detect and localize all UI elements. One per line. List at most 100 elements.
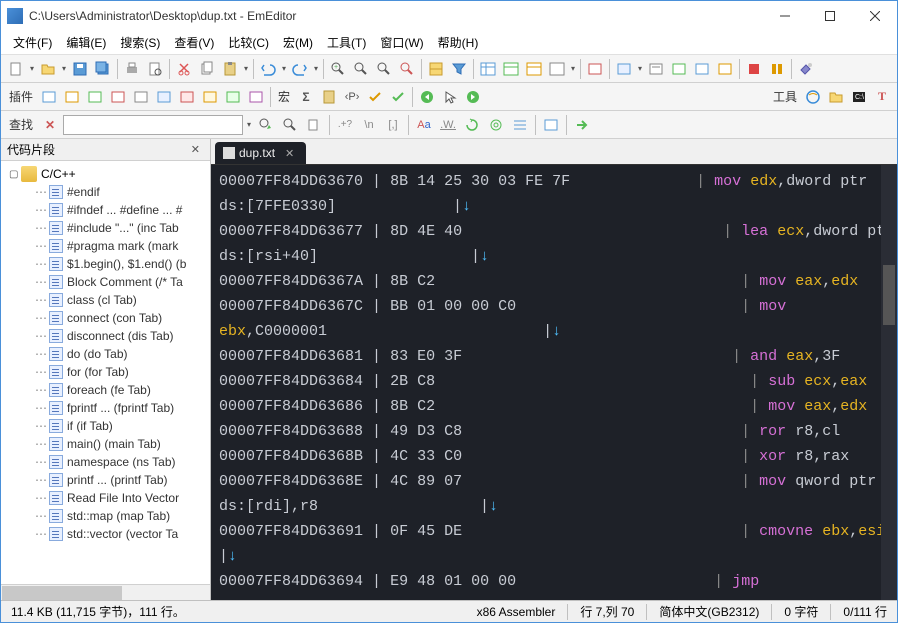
snippet-item[interactable]: ⋯do (do Tab) xyxy=(21,345,210,363)
tree-root[interactable]: ▢ C/C++ xyxy=(1,165,210,183)
font-icon[interactable]: T xyxy=(871,86,893,108)
zoom-out-icon[interactable] xyxy=(350,58,372,80)
copy-icon[interactable] xyxy=(196,58,218,80)
sigma-icon[interactable]: Σ xyxy=(295,86,317,108)
properties-icon[interactable] xyxy=(714,58,736,80)
snippet-item[interactable]: ⋯class (cl Tab) xyxy=(21,291,210,309)
find-regex-icon[interactable]: .+? xyxy=(334,114,356,136)
print-icon[interactable] xyxy=(121,58,143,80)
snippet-item[interactable]: ⋯foreach (fe Tab) xyxy=(21,381,210,399)
minimize-button[interactable] xyxy=(762,1,807,31)
normal-mode-icon[interactable] xyxy=(546,58,568,80)
find-input[interactable] xyxy=(63,115,243,135)
tab-dup[interactable]: dup.txt ✕ xyxy=(215,142,306,164)
plugin-6-icon[interactable] xyxy=(153,86,175,108)
menu-compare[interactable]: 比较(C) xyxy=(222,32,275,53)
undo-icon[interactable] xyxy=(257,58,279,80)
csv-mode-icon[interactable] xyxy=(477,58,499,80)
snippet-item[interactable]: ⋯Read File Into Vector xyxy=(21,489,210,507)
run-macro-icon[interactable] xyxy=(766,58,788,80)
snippet-item[interactable]: ⋯std::vector (vector Ta xyxy=(21,525,210,543)
editor-line[interactable]: 00007FF84DD6367A | 8B C2 | mov eax,edx |… xyxy=(219,269,873,294)
editor-line[interactable]: 00007FF84DD63688 | 49 D3 C8 | ror r8,cl … xyxy=(219,419,873,444)
plugin-3-icon[interactable] xyxy=(84,86,106,108)
tsv-mode-icon[interactable] xyxy=(500,58,522,80)
sidebar-close-icon[interactable]: ✕ xyxy=(187,143,204,156)
find-prev-icon[interactable] xyxy=(255,114,277,136)
macro-paste-icon[interactable] xyxy=(318,86,340,108)
editor-line[interactable]: ds:[rsi+40] |↓ xyxy=(219,244,873,269)
new-drop[interactable]: ▾ xyxy=(28,58,36,80)
open-drop[interactable]: ▾ xyxy=(60,58,68,80)
filter-icon[interactable] xyxy=(448,58,470,80)
open-file-icon[interactable] xyxy=(37,58,59,80)
menu-macro[interactable]: 宏(M) xyxy=(277,32,319,53)
mode-drop[interactable]: ▾ xyxy=(569,58,577,80)
menu-view[interactable]: 查看(V) xyxy=(168,32,220,53)
menu-window[interactable]: 窗口(W) xyxy=(374,32,429,53)
snippet-item[interactable]: ⋯fprintf ... (fprintf Tab) xyxy=(21,399,210,417)
undo-drop[interactable]: ▾ xyxy=(280,58,288,80)
go-forward-icon[interactable] xyxy=(462,86,484,108)
snippet-item[interactable]: ⋯disconnect (dis Tab) xyxy=(21,327,210,345)
save-icon[interactable] xyxy=(69,58,91,80)
plugin-8-icon[interactable] xyxy=(199,86,221,108)
editor-line[interactable]: 00007FF84DD6368B | 4C 33 C0 | xor r8,rax… xyxy=(219,444,873,469)
plugin-2-icon[interactable] xyxy=(61,86,83,108)
paste-icon[interactable] xyxy=(219,58,241,80)
wrap-window-icon[interactable] xyxy=(613,58,635,80)
snippet-item[interactable]: ⋯#include "..." (inc Tab xyxy=(21,219,210,237)
menu-file[interactable]: 文件(F) xyxy=(7,32,58,53)
editor-line[interactable]: 00007FF84DD6368E | 4C 89 07 | mov qword … xyxy=(219,469,873,494)
plugin-10-icon[interactable] xyxy=(245,86,267,108)
cmd-icon[interactable]: C:\ xyxy=(848,86,870,108)
snippet-item[interactable]: ⋯#ifndef ... #define ... # xyxy=(21,201,210,219)
find-escape-icon[interactable]: \n xyxy=(358,114,380,136)
collapse-icon[interactable]: ▢ xyxy=(9,169,21,180)
cut-icon[interactable] xyxy=(173,58,195,80)
find-icon[interactable] xyxy=(373,58,395,80)
find-wrap-icon[interactable] xyxy=(461,114,483,136)
plugin-1-icon[interactable] xyxy=(38,86,60,108)
find-copy-icon[interactable] xyxy=(303,114,325,136)
editor-line[interactable]: |↓ xyxy=(219,544,873,569)
cell-mode-icon[interactable] xyxy=(425,58,447,80)
redo-drop[interactable]: ▾ xyxy=(312,58,320,80)
print-preview-icon[interactable] xyxy=(144,58,166,80)
wrap-drop[interactable]: ▾ xyxy=(636,58,644,80)
replace-icon[interactable] xyxy=(396,58,418,80)
snippet-item[interactable]: ⋯#endif xyxy=(21,183,210,201)
editor-line[interactable]: 00007FF84DD63691 | 0F 45 DE | cmovne ebx… xyxy=(219,519,873,544)
snippet-item[interactable]: ⋯Block Comment (/* Ta xyxy=(21,273,210,291)
new-file-icon[interactable] xyxy=(5,58,27,80)
editor-line[interactable]: 00007FF84DD63694 | E9 48 01 00 00 | jmp xyxy=(219,569,873,594)
zoom-in-icon[interactable]: + xyxy=(327,58,349,80)
menu-search[interactable]: 搜索(S) xyxy=(114,32,166,53)
editor-line[interactable]: ebx,C0000001 |↓ xyxy=(219,319,873,344)
find-word-icon[interactable]: .W. xyxy=(437,114,459,136)
editor[interactable]: 00007FF84DD63670 | 8B 14 25 30 03 FE 7F … xyxy=(211,165,881,600)
find-highlight-icon[interactable] xyxy=(509,114,531,136)
wrap-none-icon[interactable] xyxy=(584,58,606,80)
snippet-item[interactable]: ⋯namespace (ns Tab) xyxy=(21,453,210,471)
macro-insert-icon[interactable]: ‹P› xyxy=(341,86,363,108)
editor-line[interactable]: 00007FF84DD63677 | 8D 4E 40 | lea ecx,dw… xyxy=(219,219,873,244)
large-file-icon[interactable] xyxy=(668,58,690,80)
snippet-item[interactable]: ⋯printf ... (printf Tab) xyxy=(21,471,210,489)
snippet-tree[interactable]: ▢ C/C++ ⋯#endif⋯#ifndef ... #define ... … xyxy=(1,161,210,584)
find-close-icon[interactable]: ✕ xyxy=(39,114,61,136)
menu-edit[interactable]: 编辑(E) xyxy=(60,32,112,53)
tab-close-icon[interactable]: ✕ xyxy=(285,147,294,160)
ie-icon[interactable] xyxy=(802,86,824,108)
find-input-drop[interactable]: ▾ xyxy=(245,114,253,136)
editor-line[interactable]: ds:[rdi],r8 |↓ xyxy=(219,494,873,519)
status-lang[interactable]: x86 Assembler xyxy=(473,605,560,619)
outline-icon[interactable] xyxy=(645,58,667,80)
plugin-4-icon[interactable] xyxy=(107,86,129,108)
snippet-item[interactable]: ⋯std::map (map Tab) xyxy=(21,507,210,525)
find-bookmark-icon[interactable] xyxy=(540,114,562,136)
customize-icon[interactable] xyxy=(795,58,817,80)
editor-line[interactable]: ds:[7FFE0330] |↓ xyxy=(219,194,873,219)
dsv-mode-icon[interactable] xyxy=(523,58,545,80)
editor-line[interactable]: 00007FF84DD63681 | 83 E0 3F | and eax,3F… xyxy=(219,344,873,369)
